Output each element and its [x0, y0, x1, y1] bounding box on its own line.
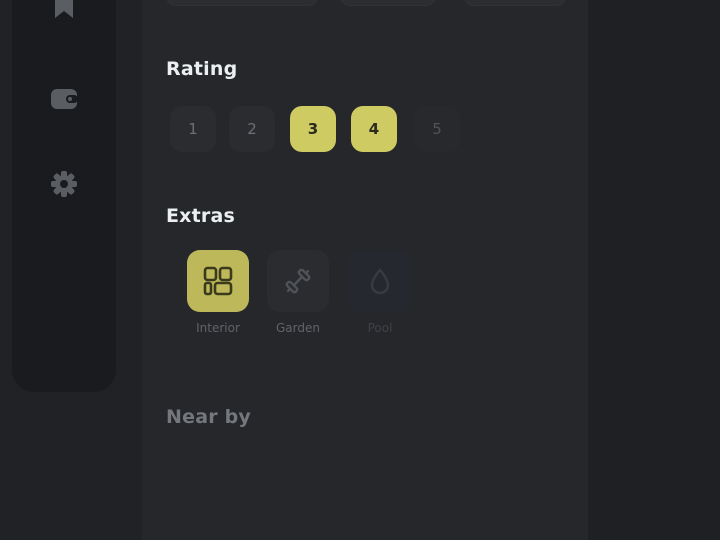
extra-interior[interactable]: Interior [178, 250, 258, 335]
extra-pool[interactable]: Pool [340, 250, 420, 335]
layout-icon [203, 266, 233, 296]
settings-icon[interactable] [50, 170, 78, 198]
extra-label: Interior [196, 321, 240, 335]
chip[interactable] [464, 0, 566, 6]
rating-title: Rating [166, 58, 238, 80]
wallet-icon[interactable] [50, 84, 78, 112]
drop-icon [370, 268, 390, 295]
extras-title: Extras [166, 205, 236, 227]
bookmark-icon[interactable] [50, 0, 78, 18]
sidebar-nav [12, 0, 116, 392]
right-backdrop [588, 0, 720, 540]
dumbbell-icon [285, 268, 311, 294]
chip[interactable] [166, 0, 318, 6]
extra-garden[interactable]: Garden [258, 250, 338, 335]
extra-label: Garden [276, 321, 320, 335]
rating-option-4[interactable]: 4 [351, 106, 397, 152]
rating-option-5[interactable]: 5 [414, 106, 460, 152]
chip[interactable] [340, 0, 436, 6]
rating-option-1[interactable]: 1 [170, 106, 216, 152]
filter-panel: Rating 1 2 3 4 5 Extras Interior Garden … [142, 0, 588, 540]
extra-label: Pool [367, 321, 393, 335]
nearby-title: Near by [166, 406, 251, 428]
rating-option-3[interactable]: 3 [290, 106, 336, 152]
rating-option-2[interactable]: 2 [229, 106, 275, 152]
